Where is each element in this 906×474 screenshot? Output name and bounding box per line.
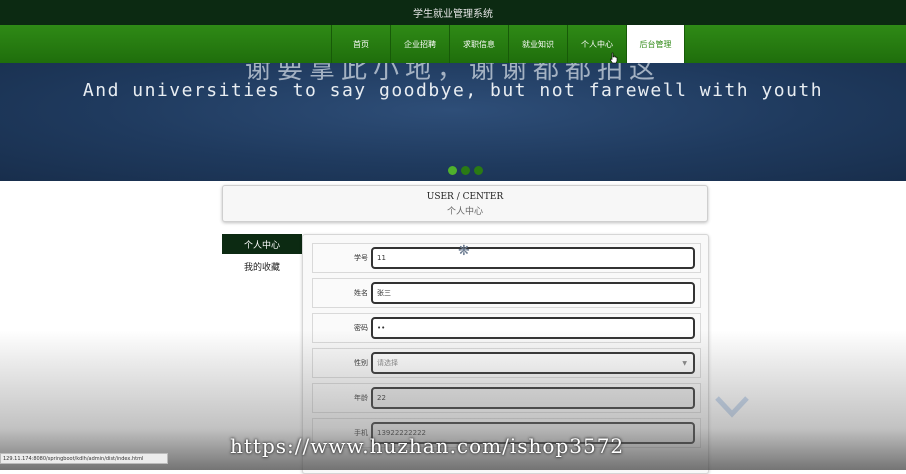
name-label: 姓名 (354, 289, 368, 297)
app-title-bar: 学生就业管理系统 (0, 0, 906, 25)
profile-form: 学号 11 姓名 张三 密码 •• 性别 请选择 ▼ 年龄 22 手机 1392… (302, 234, 709, 474)
carousel-dots (448, 166, 483, 175)
gender-label: 性别 (354, 359, 368, 367)
sidebar-item-personal-center[interactable]: 个人中心 (222, 234, 302, 254)
nav-item-knowledge[interactable]: 就业知识 (508, 25, 567, 63)
nav-item-job-seeking[interactable]: 求职信息 (449, 25, 508, 63)
user-center-title-en: USER / CENTER (426, 192, 504, 202)
app-title: 学生就业管理系统 (413, 9, 493, 20)
age-label: 年龄 (354, 394, 368, 402)
password-field[interactable]: •• (371, 317, 695, 339)
status-bar-url: 129.11.174:8080/springboot/kdlh/admin/di… (0, 453, 168, 464)
main-nav: 首页 企业招聘 求职信息 就业知识 个人中心 后台管理 (0, 25, 906, 63)
user-center-title-zh: 个人中心 (446, 207, 483, 217)
age-field[interactable]: 22 (371, 387, 695, 409)
student-id-label: 学号 (354, 254, 368, 262)
carousel-dot-3[interactable] (474, 166, 483, 175)
nav-item-recruitment[interactable]: 企业招聘 (390, 25, 449, 63)
student-id-field[interactable]: 11 (371, 247, 695, 269)
form-row-age: 年龄 22 (312, 383, 701, 413)
loading-spinner-icon: ❋ (458, 243, 470, 259)
password-label: 密码 (354, 324, 368, 332)
hand-pointer-icon (610, 52, 618, 64)
gender-select[interactable]: 请选择 ▼ (371, 352, 695, 374)
form-row-gender: 性别 请选择 ▼ (312, 348, 701, 378)
gender-select-value: 请选择 (377, 359, 398, 367)
phone-field[interactable]: 13922222222 (371, 422, 695, 444)
phone-label: 手机 (354, 429, 368, 437)
banner-subtitle: And universities to say goodbye, but not… (82, 80, 824, 101)
form-row-password: 密码 •• (312, 313, 701, 343)
form-row-student-id: 学号 11 (312, 243, 701, 273)
form-row-phone: 手机 13922222222 (312, 418, 701, 448)
hero-banner: 谢要拿此小地，谢谢都都拍这 And universities to say go… (0, 63, 906, 181)
sidebar: 个人中心 我的收藏 (222, 234, 302, 276)
user-center-header: USER / CENTER 个人中心 (222, 185, 708, 222)
carousel-dot-1[interactable] (448, 166, 457, 175)
form-row-name: 姓名 张三 (312, 278, 701, 308)
name-field[interactable]: 张三 (371, 282, 695, 304)
nav-item-admin[interactable]: 后台管理 (626, 25, 685, 63)
decorative-chevron-icon (715, 396, 749, 418)
nav-item-home[interactable]: 首页 (331, 25, 390, 63)
carousel-dot-2[interactable] (461, 166, 470, 175)
chevron-down-icon: ▼ (682, 360, 687, 367)
sidebar-item-favorites[interactable]: 我的收藏 (222, 256, 302, 276)
